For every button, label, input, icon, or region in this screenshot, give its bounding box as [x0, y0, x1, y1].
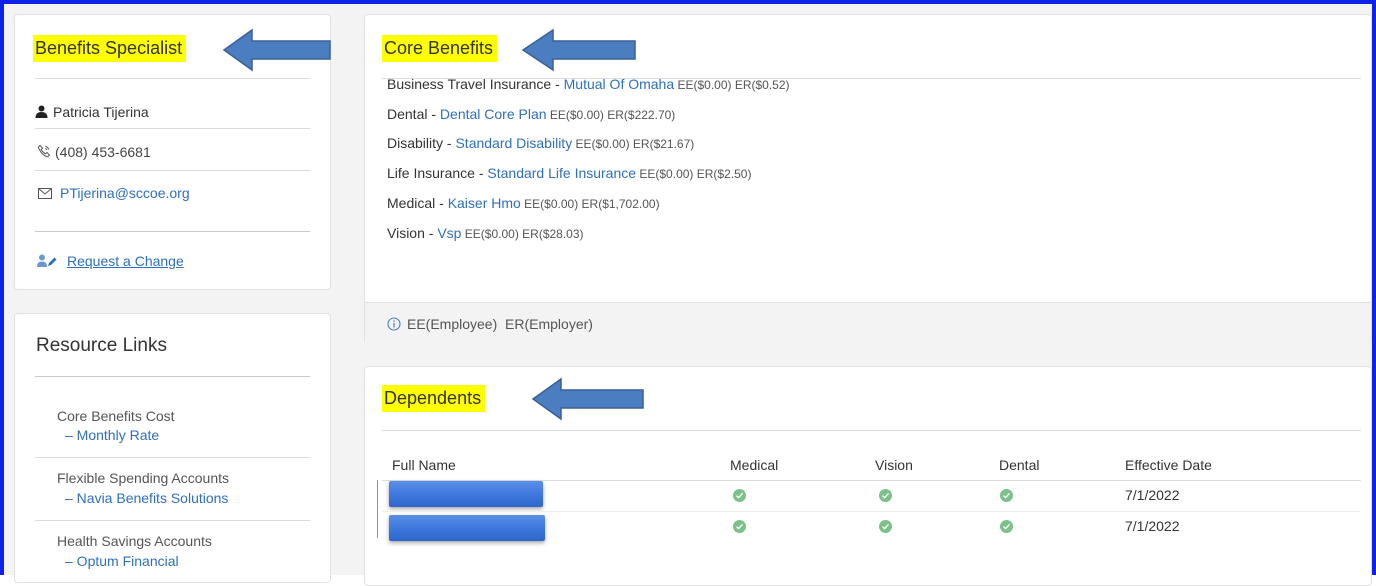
column-header: Effective Date — [1125, 457, 1212, 473]
column-header: Medical — [730, 457, 779, 473]
specialist-name: Patricia Tijerina — [53, 104, 149, 120]
core-benefits-footnote: EE(Employee) ER(Employer) — [407, 316, 593, 332]
resource-item-link[interactable]: – Optum Financial — [65, 553, 179, 569]
resource-links-title: Resource Links — [36, 335, 167, 356]
core-benefit-row: Medical - Kaiser Hmo EE($0.00) ER($1,702… — [387, 195, 660, 211]
resource-item-label: Health Savings Accounts — [57, 533, 212, 549]
check-circle-icon — [1000, 520, 1013, 533]
left-arrow-annotation — [521, 28, 636, 72]
redacted-name — [389, 515, 545, 541]
core-benefit-row: Business Travel Insurance - Mutual Of Om… — [387, 76, 790, 92]
dependents-title: Dependents — [382, 385, 486, 412]
info-icon — [387, 317, 401, 331]
benefit-category: Life Insurance - — [387, 165, 488, 181]
benefit-plan-link[interactable]: Mutual Of Omaha — [564, 76, 675, 92]
benefit-plan-link[interactable]: Dental Core Plan — [440, 106, 547, 122]
resource-item-label: Core Benefits Cost — [57, 408, 175, 424]
dependents-card: Dependents Full Name Medical Vision Dent… — [364, 366, 1372, 586]
effective-date: 7/1/2022 — [1125, 518, 1180, 534]
core-benefit-row: Dental - Dental Core Plan EE($0.00) ER($… — [387, 106, 675, 122]
benefit-plan-link[interactable]: Standard Disability — [455, 135, 572, 151]
benefit-category: Business Travel Insurance - — [387, 76, 564, 92]
benefit-category: Vision - — [387, 225, 438, 241]
mail-icon — [38, 188, 52, 199]
check-circle-icon — [879, 520, 892, 533]
column-header: Vision — [875, 457, 913, 473]
resource-item-label: Flexible Spending Accounts — [57, 470, 229, 486]
benefit-category: Medical - — [387, 195, 448, 211]
benefit-amounts: EE($0.00) ER($222.70) — [546, 108, 676, 122]
check-circle-icon — [1000, 489, 1013, 502]
benefit-plan-link[interactable]: Kaiser Hmo — [448, 195, 521, 211]
check-circle-icon — [733, 520, 746, 533]
effective-date: 7/1/2022 — [1125, 487, 1180, 503]
check-circle-icon — [733, 489, 746, 502]
core-benefit-row: Vision - Vsp EE($0.00) ER($28.03) — [387, 225, 584, 241]
left-arrow-annotation — [531, 377, 644, 421]
core-benefit-row: Life Insurance - Standard Life Insurance… — [387, 165, 751, 181]
benefit-amounts: EE($0.00) ER($0.52) — [674, 78, 790, 92]
benefit-amounts: EE($0.00) ER($2.50) — [636, 167, 752, 181]
core-benefits-title: Core Benefits — [382, 35, 498, 62]
benefit-category: Dental - — [387, 106, 440, 122]
user-edit-icon — [37, 254, 57, 267]
core-benefits-card: Core Benefits Business Travel Insurance … — [364, 14, 1372, 345]
column-header: Full Name — [392, 457, 456, 473]
resource-links-card: Resource Links Core Benefits Cost – Mont… — [14, 313, 331, 583]
person-icon — [35, 105, 48, 118]
benefit-amounts: EE($0.00) ER($1,702.00) — [520, 197, 660, 211]
benefit-plan-link[interactable]: Standard Life Insurance — [487, 165, 636, 181]
benefits-specialist-card: Benefits Specialist Patricia Tijerina (4… — [14, 14, 331, 290]
column-header: Dental — [999, 457, 1040, 473]
benefit-amounts: EE($0.00) ER($21.67) — [572, 137, 695, 151]
specialist-phone: (408) 453-6681 — [55, 144, 151, 160]
resource-item-link[interactable]: – Monthly Rate — [65, 427, 159, 443]
specialist-email-link[interactable]: PTijerina@sccoe.org — [60, 185, 190, 201]
redacted-name — [389, 481, 543, 507]
benefit-amounts: EE($0.00) ER($28.03) — [461, 227, 584, 241]
left-arrow-annotation — [222, 28, 331, 72]
core-benefits-footer: EE(Employee) ER(Employer) — [365, 302, 1371, 345]
core-benefit-row: Disability - Standard Disability EE($0.0… — [387, 135, 694, 151]
resource-item-link[interactable]: – Navia Benefits Solutions — [65, 490, 228, 506]
benefit-category: Disability - — [387, 135, 456, 151]
request-change-link[interactable]: Request a Change — [67, 253, 184, 269]
benefit-plan-link[interactable]: Vsp — [437, 225, 461, 241]
check-circle-icon — [879, 489, 892, 502]
benefits-specialist-title: Benefits Specialist — [33, 35, 187, 62]
phone-icon — [37, 144, 51, 158]
